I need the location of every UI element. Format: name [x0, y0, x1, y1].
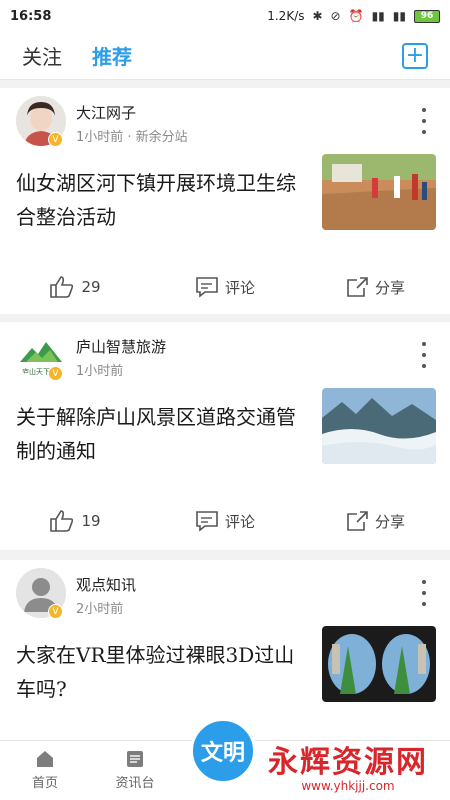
verified-icon: V [48, 132, 63, 147]
share-button[interactable]: 分享 [300, 276, 450, 298]
post-meta: 1小时前 [76, 364, 124, 379]
status-indicators: 1.2K/s ✱ ⊘ ⏰ ▮▮ ▮▮ 96 [267, 9, 440, 23]
verified-icon: V [48, 366, 63, 381]
alarm-icon: ⏰ [348, 9, 364, 23]
center-logo-button[interactable]: 文明 [190, 718, 256, 784]
comment-label: 评论 [224, 278, 255, 297]
post-title[interactable]: 关于解除庐山风景区道路交通管制的通知 [16, 400, 312, 468]
author-name[interactable]: 大江网子 [76, 102, 136, 123]
post-thumbnail[interactable] [322, 626, 436, 702]
post-meta: 1小时前 · 新余分站 [76, 130, 188, 145]
news-card[interactable]: V 观点知讯 2小时前 大家在VR里体验过裸眼3D过山车吗? [0, 560, 450, 740]
post-meta: 2小时前 [76, 602, 124, 617]
post-thumbnail[interactable] [322, 388, 436, 464]
comment-icon [196, 277, 218, 298]
bottom-nav-label: 资讯台 [115, 776, 155, 791]
logo-icon: 文明 [200, 741, 245, 766]
watermark-url: www.yhkjjj.com [301, 779, 395, 793]
author-name[interactable]: 观点知讯 [76, 574, 136, 595]
signal-4g-icon: ▮▮ [392, 9, 406, 23]
bottom-nav-news[interactable]: 资讯台 [90, 741, 180, 800]
tab-follow[interactable]: 关注 [22, 41, 62, 70]
news-card[interactable]: V 大江网子 1小时前 · 新余分站 仙女湖区河下镇开展环境卫生综合整治活动 2… [0, 88, 450, 314]
watermark: 永辉资源网 www.yhkjjj.com [248, 742, 448, 798]
more-options-icon[interactable] [414, 108, 434, 134]
comment-button[interactable]: 评论 [150, 510, 300, 532]
network-speed: 1.2K/s [267, 9, 305, 23]
bottom-nav-label: 首页 [31, 776, 58, 791]
add-channel-button[interactable]: + [402, 42, 428, 69]
bottom-nav-home[interactable]: 首页 [0, 741, 90, 800]
post-thumbnail[interactable] [322, 154, 436, 230]
comment-button[interactable]: 评论 [150, 276, 300, 298]
mute-icon: ⊘ [330, 9, 341, 23]
status-bar: 16:58 1.2K/s ✱ ⊘ ⏰ ▮▮ ▮▮ 96 [0, 0, 450, 32]
battery-icon: 96 [414, 9, 440, 23]
post-title[interactable]: 仙女湖区河下镇开展环境卫生综合整治活动 [16, 166, 312, 234]
share-icon [347, 511, 368, 531]
share-icon [347, 277, 368, 297]
signal-icon: ▮▮ [371, 9, 385, 23]
status-time: 16:58 [10, 8, 52, 24]
watermark-title: 永辉资源网 [268, 745, 428, 780]
bluetooth-icon: ✱ [312, 9, 323, 23]
like-button[interactable]: 19 [0, 509, 150, 533]
comment-icon [196, 511, 218, 532]
tab-recommend[interactable]: 推荐 [92, 41, 132, 70]
comment-label: 评论 [224, 512, 255, 531]
share-label: 分享 [374, 278, 405, 297]
share-label: 分享 [374, 512, 405, 531]
like-count: 19 [81, 512, 101, 530]
thumbs-up-icon [50, 510, 74, 532]
top-nav: 关注 推荐 + [0, 32, 450, 80]
home-icon [37, 751, 53, 767]
author-name[interactable]: 庐山智慧旅游 [76, 336, 166, 357]
share-button[interactable]: 分享 [300, 510, 450, 532]
news-card[interactable]: 庐山天下悠 V 庐山智慧旅游 1小时前 关于解除庐山风景区道路交通管制的通知 1… [0, 322, 450, 550]
like-button[interactable]: 29 [0, 275, 150, 299]
thumbs-up-icon [50, 276, 74, 298]
news-icon [127, 751, 143, 767]
verified-icon: V [48, 604, 63, 619]
like-count: 29 [81, 278, 101, 296]
post-title[interactable]: 大家在VR里体验过裸眼3D过山车吗? [16, 638, 312, 706]
more-options-icon[interactable] [414, 580, 434, 606]
more-options-icon[interactable] [414, 342, 434, 368]
